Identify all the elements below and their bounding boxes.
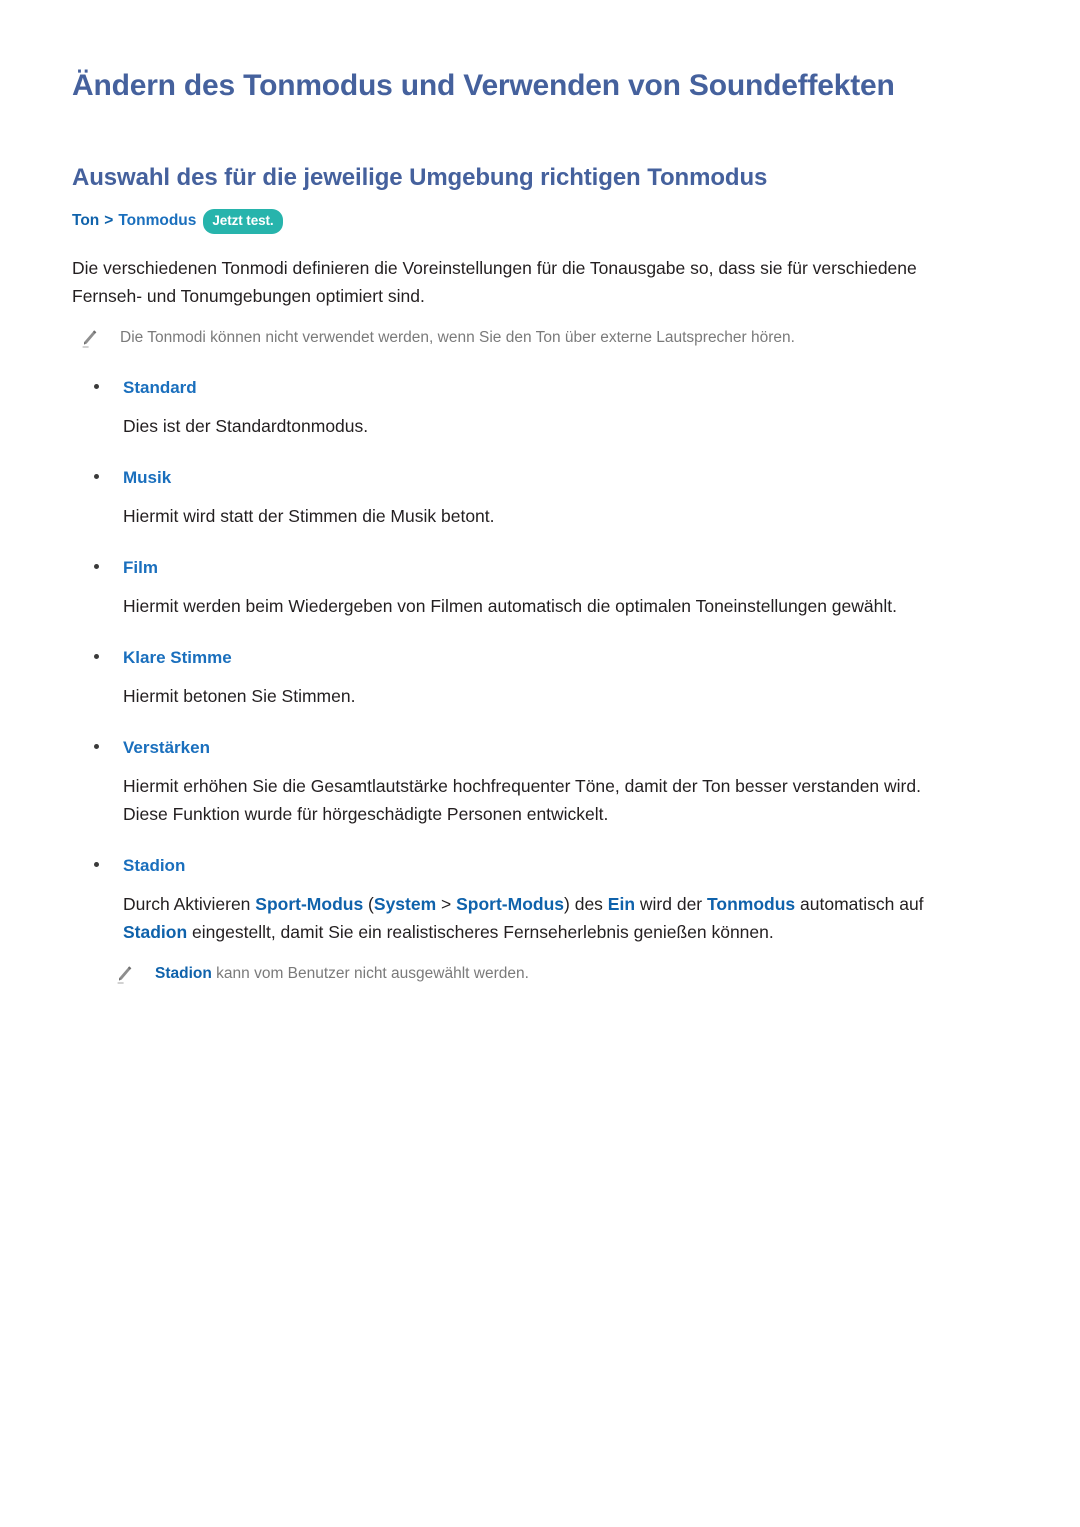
term-tonmodus: Tonmodus bbox=[707, 893, 796, 914]
list-item: Musik Hiermit wird statt der Stimmen die… bbox=[72, 466, 950, 530]
term-sport-modus-path: Sport-Modus bbox=[456, 893, 565, 914]
mode-name-verstaerken: Verstärken bbox=[123, 737, 210, 757]
bullet-dot-icon bbox=[94, 861, 99, 867]
bullet-dot-icon bbox=[94, 473, 99, 479]
term-system: System bbox=[373, 893, 437, 914]
mode-description-verstaerken: Hiermit erhöhen Sie die Gesamtlautstärke… bbox=[123, 775, 921, 824]
breadcrumb-item-ton[interactable]: Ton bbox=[72, 210, 99, 232]
stadion-note-text: Stadion kann vom Benutzer nicht ausgewäh… bbox=[155, 962, 529, 986]
sound-mode-list: Standard Dies ist der Standardtonmodus. … bbox=[72, 376, 950, 986]
breadcrumb-item-tonmodus[interactable]: Tonmodus bbox=[118, 210, 196, 232]
mode-heading-klare-stimme: Klare Stimme bbox=[72, 646, 950, 670]
mode-description-film: Hiermit werden beim Wiedergeben von Film… bbox=[123, 595, 897, 616]
mode-heading-musik: Musik bbox=[72, 466, 950, 490]
mode-name-standard: Standard bbox=[123, 377, 197, 397]
mode-description-klare-stimme: Hiermit betonen Sie Stimmen. bbox=[123, 685, 356, 706]
term-ein: Ein bbox=[607, 893, 636, 914]
section-title: Auswahl des für die jeweilige Umgebung r… bbox=[72, 164, 768, 191]
bullet-dot-icon bbox=[94, 563, 99, 569]
mode-name-musik: Musik bbox=[123, 467, 172, 487]
breadcrumb-separator: > bbox=[104, 212, 114, 230]
intro-paragraph: Die verschiedenen Tonmodi definieren die… bbox=[72, 257, 917, 306]
desc-text: automatisch auf bbox=[795, 893, 924, 914]
list-item: Film Hiermit werden beim Wiedergeben von… bbox=[72, 556, 950, 620]
mode-heading-film: Film bbox=[72, 556, 950, 580]
desc-text: ( bbox=[363, 893, 374, 914]
desc-text: Durch Aktivieren bbox=[123, 893, 256, 914]
intro-note-text: Die Tonmodi können nicht verwendet werde… bbox=[120, 328, 795, 346]
desc-text: > bbox=[436, 893, 457, 914]
mode-name-klare-stimme: Klare Stimme bbox=[123, 647, 232, 667]
mode-description-stadion: Durch Aktivieren Sport-Modus (System > S… bbox=[72, 878, 950, 946]
mode-heading-stadion: Stadion bbox=[72, 854, 950, 878]
pencil-icon bbox=[80, 329, 98, 349]
list-item: Klare Stimme Hiermit betonen Sie Stimmen… bbox=[72, 646, 950, 710]
mode-name-film: Film bbox=[123, 557, 158, 577]
mode-name-stadion: Stadion bbox=[123, 855, 186, 875]
term-stadion: Stadion bbox=[123, 921, 188, 942]
mode-heading-verstaerken: Verstärken bbox=[72, 736, 950, 760]
mode-description-musik: Hiermit wird statt der Stimmen die Musik… bbox=[123, 505, 495, 526]
document-page: Ändern des Tonmodus und Verwenden von So… bbox=[0, 0, 1080, 1527]
desc-text: ) des bbox=[564, 893, 608, 914]
desc-text: wird der bbox=[635, 893, 707, 914]
breadcrumb[interactable]: Ton > Tonmodus Jetzt test. bbox=[72, 209, 950, 234]
try-now-badge[interactable]: Jetzt test. bbox=[203, 209, 283, 234]
bullet-dot-icon bbox=[94, 653, 99, 659]
bullet-dot-icon bbox=[94, 383, 99, 389]
intro-note: Die Tonmodi können nicht verwendet werde… bbox=[72, 326, 950, 350]
term-stadion-note: Stadion bbox=[155, 964, 212, 982]
list-item: Standard Dies ist der Standardtonmodus. bbox=[72, 376, 950, 440]
list-item: Stadion Durch Aktivieren Sport-Modus (Sy… bbox=[72, 854, 950, 986]
mode-heading-standard: Standard bbox=[72, 376, 950, 400]
list-item: Verstärken Hiermit erhöhen Sie die Gesam… bbox=[72, 736, 950, 828]
stadion-note: Stadion kann vom Benutzer nicht ausgewäh… bbox=[72, 962, 950, 986]
term-sport-modus: Sport-Modus bbox=[255, 893, 364, 914]
note-rest: kann vom Benutzer nicht ausgewählt werde… bbox=[211, 964, 529, 982]
pencil-icon bbox=[115, 965, 133, 985]
bullet-dot-icon bbox=[94, 743, 99, 749]
page-title: Ändern des Tonmodus und Verwenden von So… bbox=[72, 69, 895, 102]
mode-description-standard: Dies ist der Standardtonmodus. bbox=[123, 415, 369, 436]
desc-text: eingestellt, damit Sie ein realistischer… bbox=[187, 921, 774, 942]
